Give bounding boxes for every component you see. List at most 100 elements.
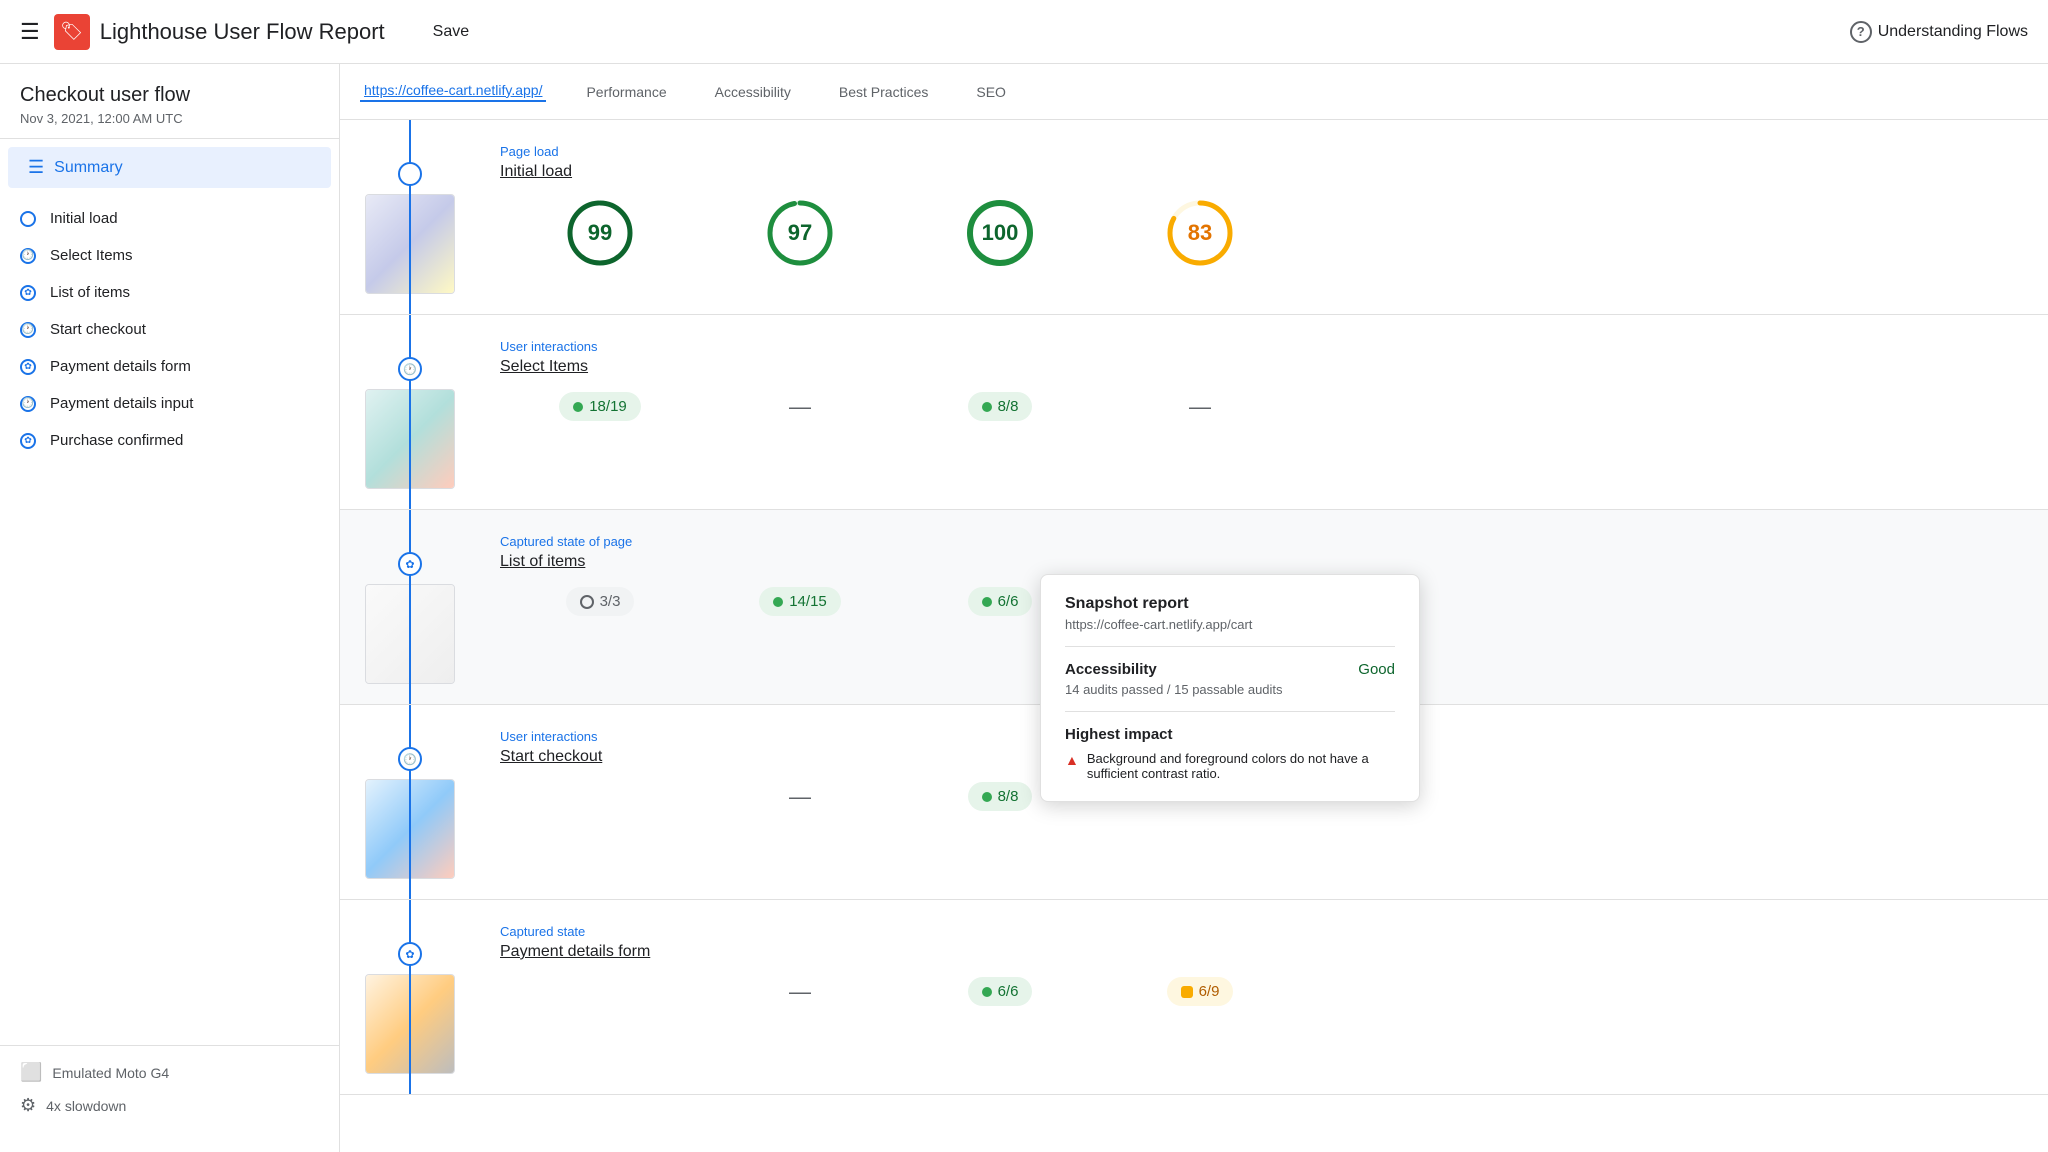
summary-item[interactable]: ☰ Summary xyxy=(8,147,331,188)
pill-value-6-9-b: 6/9 xyxy=(1199,983,1220,1000)
sidebar-item-purchase-confirmed[interactable]: ✿ Purchase confirmed xyxy=(0,422,339,459)
sidebar: Checkout user flow Nov 3, 2021, 12:00 AM… xyxy=(0,64,340,1152)
understanding-flows-label: Understanding Flows xyxy=(1878,23,2028,41)
hamburger-menu[interactable]: ☰ xyxy=(20,19,40,45)
sidebar-item-select-items[interactable]: 🕐 Select Items xyxy=(0,237,339,274)
content-area: https://coffee-cart.netlify.app/ Perform… xyxy=(340,64,2048,1152)
pill-6-6-b: 6/6 xyxy=(968,977,1033,1006)
content-payment-form: Captured state Payment details form — 6/… xyxy=(480,900,2048,1094)
pill-dot-4 xyxy=(982,597,992,607)
sidebar-header: Checkout user flow Nov 3, 2021, 12:00 AM… xyxy=(0,64,339,138)
footer-slowdown-label: 4x slowdown xyxy=(46,1098,126,1114)
score-acc-2: — xyxy=(700,394,900,420)
score-bp-1: 100 xyxy=(900,197,1100,269)
score-perf-3: 3/3 xyxy=(500,587,700,616)
list-icon: ☰ xyxy=(28,157,44,178)
pill-dot-orange-b xyxy=(1181,986,1193,998)
tl-dot-payment: ✿ xyxy=(398,942,422,966)
pill-14-15: 14/15 xyxy=(759,587,841,616)
pill-value-8-8-a: 8/8 xyxy=(998,398,1019,415)
footer-device-label: Emulated Moto G4 xyxy=(52,1065,169,1081)
tooltip-metric-desc: 14 audits passed / 15 passable audits xyxy=(1065,682,1395,697)
sidebar-item-payment-input[interactable]: 🕐 Payment details input xyxy=(0,385,339,422)
tooltip-box: Snapshot report https://coffee-cart.netl… xyxy=(1040,574,1420,802)
sidebar-item-initial-load[interactable]: Initial load xyxy=(0,200,339,237)
pill-dot-gray xyxy=(580,595,594,609)
section-type-2: User interactions xyxy=(500,339,2028,354)
score-bp-5: 6/6 xyxy=(900,977,1100,1006)
pill-dot-5 xyxy=(982,792,992,802)
timeline-line-1 xyxy=(409,120,411,314)
tooltip-metric-label: Accessibility xyxy=(1065,661,1157,678)
pill-6-9-b: 6/9 xyxy=(1167,977,1234,1006)
understanding-flows-link[interactable]: ? Understanding Flows xyxy=(1850,21,2028,43)
nav-dot-outline xyxy=(20,211,36,227)
tl-dot-select: 🕐 xyxy=(398,357,422,381)
pill-value-3-3: 3/3 xyxy=(600,593,621,610)
thumb-col-3: ✿ xyxy=(340,510,480,704)
section-name-3[interactable]: List of items xyxy=(500,553,2028,571)
section-name-2[interactable]: Select Items xyxy=(500,358,2028,376)
timeline-line-2 xyxy=(409,315,411,509)
timeline-line-4 xyxy=(409,705,411,899)
url-tab[interactable]: https://coffee-cart.netlify.app/ xyxy=(360,82,546,102)
result-row-payment-form: ✿ Captured state Payment details form — xyxy=(340,900,2048,1095)
top-header: ☰ 🏷 Lighthouse User Flow Report Save ? U… xyxy=(0,0,2048,64)
tooltip-divider-2 xyxy=(1065,711,1395,712)
result-row-initial-load: Page load Initial load 99 xyxy=(340,120,2048,315)
pill-value-8-8-b: 8/8 xyxy=(998,788,1019,805)
scores-row-5: — 6/6 6/9 xyxy=(500,977,2028,1006)
dash-2: — xyxy=(1189,394,1211,420)
sidebar-item-list-of-items[interactable]: ✿ List of items xyxy=(0,274,339,311)
scores-row-1: 99 97 xyxy=(500,197,2028,269)
tl-dot-initial xyxy=(398,162,422,186)
url-tabs-row: https://coffee-cart.netlify.app/ Perform… xyxy=(340,64,2048,120)
nav-dot-camera-payment-form: ✿ xyxy=(20,359,36,375)
nav-items: Initial load 🕐 Select Items ✿ List of it… xyxy=(0,188,339,471)
footer-device: ⬜ Emulated Moto G4 xyxy=(20,1062,319,1083)
score-circle-83: 83 xyxy=(1164,197,1236,269)
scores-row-2: 18/19 — 8/8 xyxy=(500,392,2028,421)
help-icon: ? xyxy=(1850,21,1872,43)
sidebar-title: Checkout user flow xyxy=(20,84,319,107)
pill-value-6-6: 6/6 xyxy=(998,593,1019,610)
tab-accessibility[interactable]: Accessibility xyxy=(707,84,799,100)
tooltip-impact-label: Highest impact xyxy=(1065,726,1395,743)
nav-dot-camera-purchase: ✿ xyxy=(20,433,36,449)
pill-value-18-19: 18/19 xyxy=(589,398,627,415)
pill-18-19: 18/19 xyxy=(559,392,641,421)
sidebar-date: Nov 3, 2021, 12:00 AM UTC xyxy=(20,111,319,126)
sidebar-item-start-checkout[interactable]: 🕐 Start checkout xyxy=(0,311,339,348)
score-acc-3: 14/15 xyxy=(700,587,900,616)
logo-icon: 🏷 xyxy=(54,14,90,50)
tooltip-url: https://coffee-cart.netlify.app/cart xyxy=(1065,617,1395,632)
section-name-5[interactable]: Payment details form xyxy=(500,943,2028,961)
pill-8-8-a: 8/8 xyxy=(968,392,1033,421)
pill-3-3: 3/3 xyxy=(566,587,635,616)
thumb-col-4: 🕐 xyxy=(340,705,480,899)
nav-label-payment-form: Payment details form xyxy=(50,358,191,375)
tooltip-impact-text: Background and foreground colors do not … xyxy=(1087,751,1395,781)
save-button[interactable]: Save xyxy=(425,19,477,45)
footer-slowdown: ⚙ 4x slowdown xyxy=(20,1095,319,1116)
nav-dot-clock-checkout: 🕐 xyxy=(20,322,36,338)
dash-5: — xyxy=(789,979,811,1005)
result-row-select-items: 🕐 User interactions Select Items xyxy=(340,315,2048,510)
tooltip-title: Snapshot report xyxy=(1065,595,1395,613)
section-name-1[interactable]: Initial load xyxy=(500,163,2028,181)
nav-label-list-of-items: List of items xyxy=(50,284,130,301)
tab-performance[interactable]: Performance xyxy=(578,84,674,100)
score-perf-1: 99 xyxy=(500,197,700,269)
nav-label-initial-load: Initial load xyxy=(50,210,118,227)
section-type-3: Captured state of page xyxy=(500,534,2028,549)
sidebar-item-payment-form[interactable]: ✿ Payment details form xyxy=(0,348,339,385)
tab-best-practices[interactable]: Best Practices xyxy=(831,84,936,100)
tooltip-divider xyxy=(1065,646,1395,647)
pill-value-6-6-b: 6/6 xyxy=(998,983,1019,1000)
score-bp-2: 8/8 xyxy=(900,392,1100,421)
nav-label-select-items: Select Items xyxy=(50,247,133,264)
slowdown-icon: ⚙ xyxy=(20,1095,36,1116)
thumb-col-5: ✿ xyxy=(340,900,480,1094)
tab-seo[interactable]: SEO xyxy=(968,84,1014,100)
thumb-col-1 xyxy=(340,120,480,314)
